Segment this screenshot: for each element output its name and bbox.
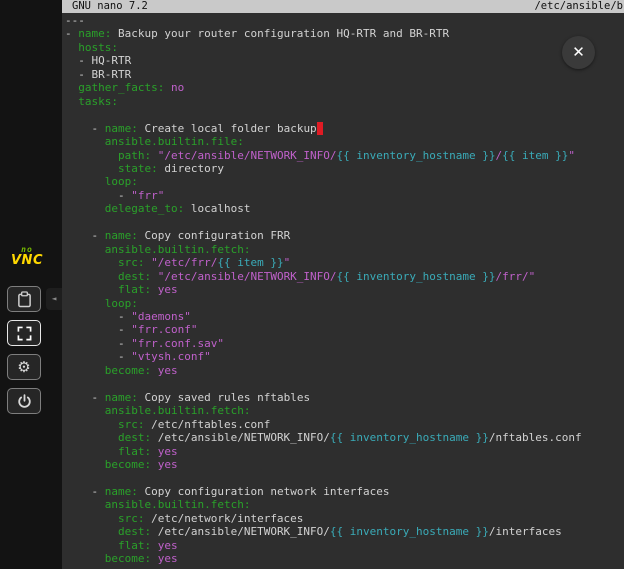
code-line: ansible.builtin.fetch: (65, 404, 624, 417)
code-line: dest: /etc/ansible/NETWORK_INFO/{{ inven… (65, 431, 624, 444)
power-icon (17, 394, 32, 409)
code-line: flat: yes (65, 283, 624, 296)
code-line: dest: /etc/ansible/NETWORK_INFO/{{ inven… (65, 525, 624, 538)
code-line: delegate_to: localhost (65, 202, 624, 215)
code-line: ansible.builtin.file: (65, 135, 624, 148)
code-line: - name: Copy configuration FRR (65, 229, 624, 242)
code-line: src: "/etc/frr/{{ item }}" (65, 256, 624, 269)
code-line: - BR-RTR (65, 68, 624, 81)
fullscreen-button[interactable] (7, 320, 41, 346)
code-line: become: yes (65, 458, 624, 471)
control-bar-handle[interactable]: ◄ (46, 288, 62, 310)
nano-file-path: /etc/ansible/b (534, 0, 623, 13)
code-line: flat: yes (65, 539, 624, 552)
code-line: state: directory (65, 162, 624, 175)
chevron-left-icon: ◄ (52, 295, 57, 303)
code-line: tasks: (65, 95, 624, 108)
code-line: loop: (65, 175, 624, 188)
novnc-logo-text: VNC (4, 254, 50, 267)
fullscreen-icon (17, 326, 32, 341)
code-line (65, 471, 624, 484)
nano-app-title: GNU nano 7.2 (72, 0, 148, 13)
nano-titlebar: GNU nano 7.2 /etc/ansible/b (62, 0, 624, 13)
code-line: - "daemons" (65, 310, 624, 323)
clipboard-button[interactable] (7, 286, 41, 312)
code-line: become: yes (65, 364, 624, 377)
code-line: dest: "/etc/ansible/NETWORK_INFO/{{ inve… (65, 270, 624, 283)
vnc-sidebar: no VNC ⚙ ◄ (0, 0, 62, 569)
editor-content: ---- name: Backup your router configurat… (62, 13, 624, 566)
code-line (65, 216, 624, 229)
code-line: --- (65, 14, 624, 27)
code-line: - name: Copy configuration network inter… (65, 485, 624, 498)
settings-button[interactable]: ⚙ (7, 354, 41, 380)
code-line: - name: Create local folder backup (65, 122, 624, 135)
novnc-logo: no VNC (4, 246, 50, 267)
code-line: gather_facts: no (65, 81, 624, 94)
code-line: src: /etc/nftables.conf (65, 418, 624, 431)
code-line (65, 108, 624, 121)
close-icon: ✕ (572, 45, 585, 60)
clipboard-icon (17, 291, 32, 308)
code-line: - HQ-RTR (65, 54, 624, 67)
close-button[interactable]: ✕ (562, 36, 595, 69)
code-line: src: /etc/network/interfaces (65, 512, 624, 525)
code-line: become: yes (65, 552, 624, 565)
code-line: loop: (65, 297, 624, 310)
code-line: - name: Copy saved rules nftables (65, 391, 624, 404)
code-line: ansible.builtin.fetch: (65, 243, 624, 256)
code-line: - "frr.conf" (65, 323, 624, 336)
code-line: - name: Backup your router configuration… (65, 27, 624, 40)
code-line: flat: yes (65, 445, 624, 458)
code-line: hosts: (65, 41, 624, 54)
code-line: - "vtysh.conf" (65, 350, 624, 363)
code-line (65, 377, 624, 390)
code-line: - "frr.conf.sav" (65, 337, 624, 350)
code-line: path: "/etc/ansible/NETWORK_INFO/{{ inve… (65, 149, 624, 162)
code-line: - "frr" (65, 189, 624, 202)
gear-icon: ⚙ (17, 360, 30, 375)
code-line: ansible.builtin.fetch: (65, 498, 624, 511)
terminal-window[interactable]: GNU nano 7.2 /etc/ansible/b ---- name: B… (62, 0, 624, 569)
power-button[interactable] (7, 388, 41, 414)
